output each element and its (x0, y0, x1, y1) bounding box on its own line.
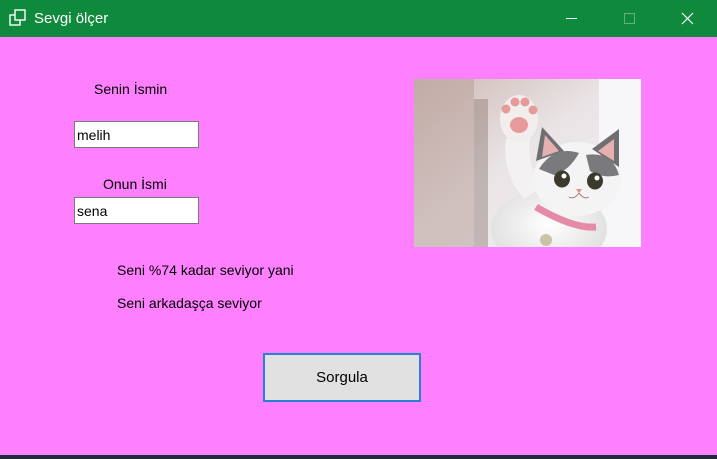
kitten-waving-photo-icon (414, 79, 641, 247)
your-name-input[interactable] (74, 121, 199, 148)
result-percent-label: Seni %74 kadar seviyor yani (117, 262, 294, 278)
query-button[interactable]: Sorgula (263, 353, 421, 402)
minimize-icon (566, 18, 577, 19)
maximize-icon (624, 13, 635, 24)
close-button[interactable] (658, 0, 716, 37)
their-name-label: Onun İsmi (103, 176, 167, 192)
app-window: Sevgi ölçer Senin İsmin Onun İsmi (0, 0, 717, 459)
their-name-input[interactable] (74, 197, 199, 224)
app-window-icon (9, 9, 26, 26)
kitten-picture (414, 79, 641, 247)
window-title: Sevgi ölçer (34, 10, 109, 27)
window-bottom-edge (0, 455, 717, 459)
close-icon (681, 12, 694, 25)
your-name-label: Senin İsmin (94, 81, 168, 97)
maximize-button (600, 0, 658, 37)
title-bar[interactable]: Sevgi ölçer (0, 0, 717, 37)
minimize-button[interactable] (542, 0, 600, 37)
result-verdict-label: Seni arkadaşça seviyor (117, 295, 262, 311)
